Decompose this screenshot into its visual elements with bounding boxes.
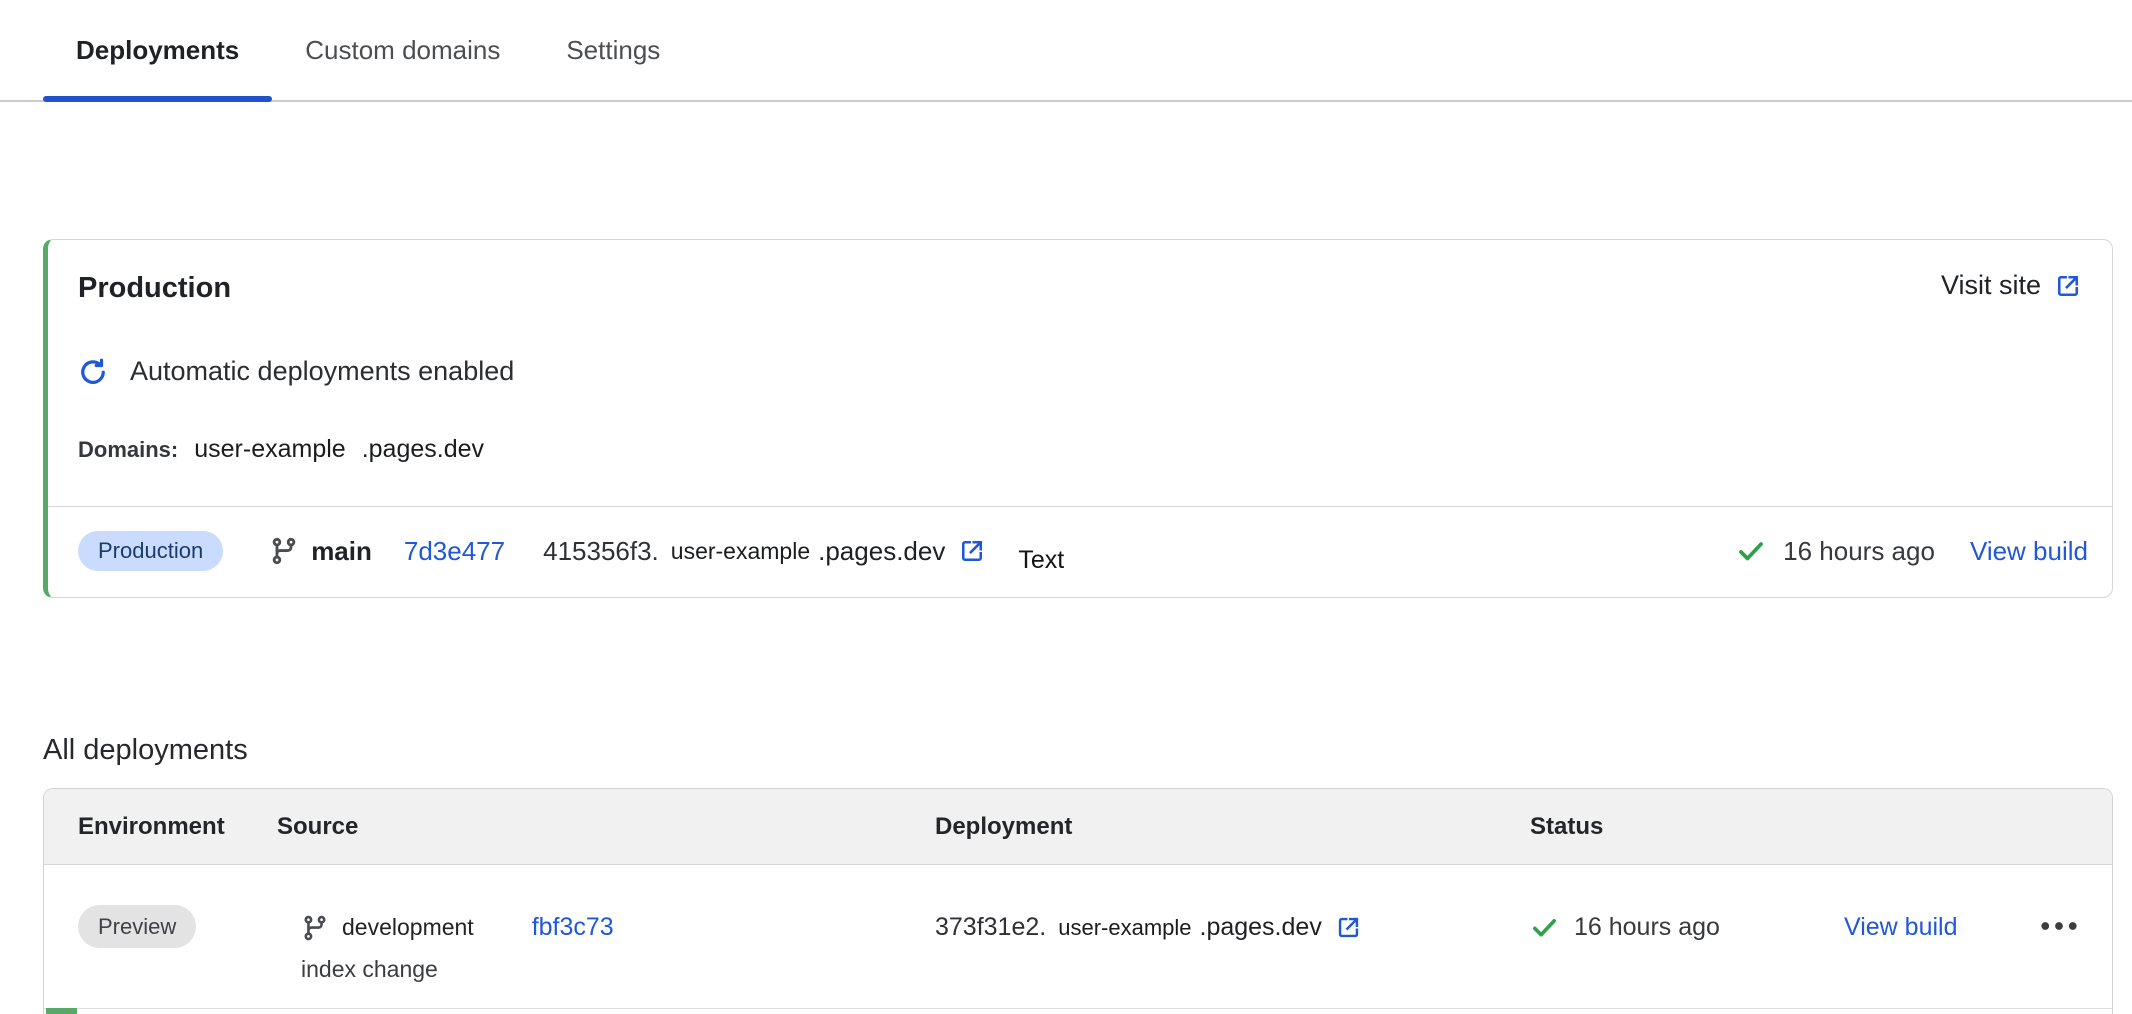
column-header-source: Source bbox=[277, 813, 935, 841]
column-header-deployment: Deployment bbox=[935, 813, 1530, 841]
environment-cell: Preview bbox=[78, 913, 277, 941]
tab-custom-domains[interactable]: Custom domains bbox=[272, 0, 533, 100]
deployment-external-link[interactable] bbox=[1335, 914, 1362, 941]
source-cell: development fbf3c73 index change bbox=[277, 913, 935, 983]
environment-badge: Preview bbox=[78, 905, 196, 948]
deployment-id: 373f31e2. bbox=[935, 913, 1046, 942]
deployment-id: 415356f3. bbox=[543, 536, 659, 567]
commit-link[interactable]: fbf3c73 bbox=[532, 913, 614, 942]
deployment-cell: 373f31e2. user-example .pages.dev bbox=[935, 913, 1530, 942]
table-row: Preview development fbf3c73 index change… bbox=[44, 865, 2112, 1009]
status-time: 16 hours ago bbox=[1783, 536, 1935, 567]
auto-deployments-status: Automatic deployments enabled bbox=[78, 356, 2082, 387]
commit-link[interactable]: 7d3e477 bbox=[404, 536, 505, 567]
deployment-external-link[interactable] bbox=[958, 537, 986, 565]
deployment-domain: user-example bbox=[671, 538, 810, 565]
production-card: Production Visit site Automatic deployme… bbox=[43, 239, 2113, 598]
view-build-link[interactable]: View build bbox=[1970, 536, 2088, 567]
domain-suffix: .pages.dev bbox=[362, 435, 484, 464]
text-label: Text bbox=[1018, 546, 1064, 575]
all-deployments-heading: All deployments bbox=[43, 732, 2132, 768]
check-icon bbox=[1736, 536, 1766, 566]
external-link-icon bbox=[1335, 914, 1362, 941]
deployments-table: Environment Source Deployment Status Pre… bbox=[43, 788, 2113, 1014]
table-header-row: Environment Source Deployment Status bbox=[44, 789, 2112, 865]
commit-message: index change bbox=[301, 956, 935, 983]
column-header-environment: Environment bbox=[78, 813, 277, 841]
branch-name: development bbox=[342, 914, 474, 941]
tab-settings[interactable]: Settings bbox=[533, 0, 693, 100]
production-card-title: Production bbox=[78, 270, 231, 306]
check-icon bbox=[1530, 913, 1559, 942]
view-build-cell: View build bbox=[1844, 913, 2035, 942]
deployment-domain-suffix: .pages.dev bbox=[818, 536, 945, 567]
view-build-link[interactable]: View build bbox=[1844, 913, 1958, 941]
refresh-icon bbox=[78, 357, 108, 387]
next-row-accent bbox=[46, 1008, 77, 1014]
visit-site-label: Visit site bbox=[1941, 270, 2041, 301]
deployment-domain: user-example bbox=[1058, 915, 1191, 941]
status-cell: 16 hours ago bbox=[1530, 913, 1844, 942]
domains-label: Domains: bbox=[78, 437, 178, 463]
auto-deployments-text: Automatic deployments enabled bbox=[130, 356, 514, 387]
overflow-menu-icon[interactable] bbox=[2036, 921, 2082, 931]
deployment-domain-suffix: .pages.dev bbox=[1200, 913, 1322, 942]
environment-badge: Production bbox=[78, 531, 223, 571]
tab-deployments[interactable]: Deployments bbox=[43, 0, 272, 100]
git-branch-icon bbox=[301, 914, 329, 942]
status-time: 16 hours ago bbox=[1574, 913, 1720, 942]
domain-name: user-example bbox=[194, 435, 345, 464]
production-deployment-status: 16 hours ago View build bbox=[1736, 536, 2088, 567]
tab-bar: Deployments Custom domains Settings bbox=[0, 0, 2132, 102]
external-link-icon bbox=[2054, 272, 2082, 300]
production-deployment-row: Production main 7d3e477 415356f3. user-e… bbox=[48, 506, 2112, 597]
production-deployment-info: Production main 7d3e477 415356f3. user-e… bbox=[78, 531, 1064, 571]
row-menu-cell bbox=[2035, 913, 2112, 931]
domains-row: Domains: user-example .pages.dev bbox=[78, 435, 2082, 464]
git-branch-icon bbox=[269, 536, 299, 566]
column-header-status: Status bbox=[1530, 813, 1844, 841]
branch-name: main bbox=[311, 536, 372, 567]
visit-site-link[interactable]: Visit site bbox=[1941, 270, 2082, 301]
external-link-icon bbox=[958, 537, 986, 565]
production-card-header: Production Visit site bbox=[78, 270, 2082, 306]
